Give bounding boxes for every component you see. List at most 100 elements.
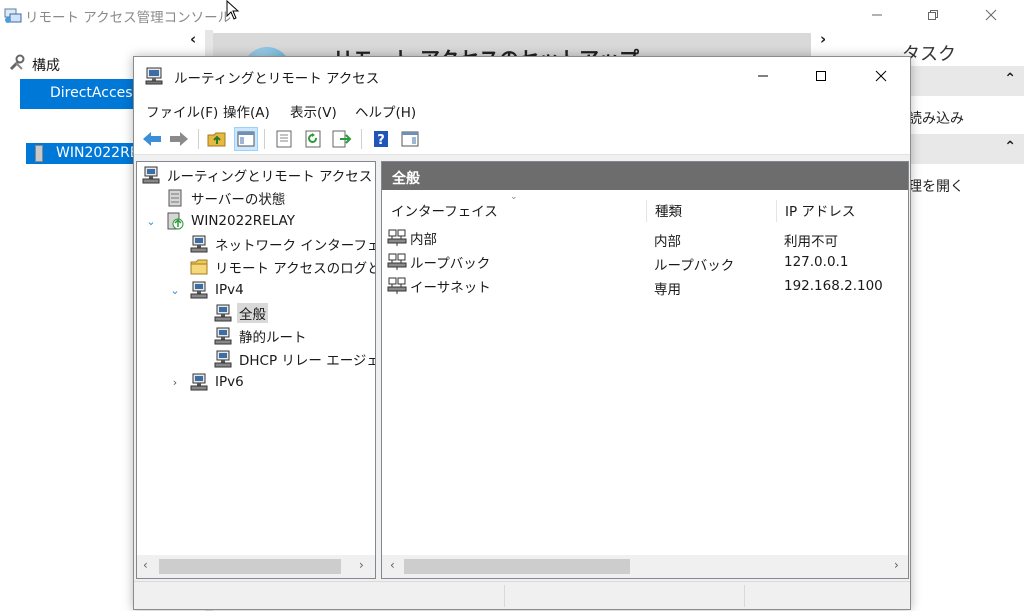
maximize-button[interactable] xyxy=(792,57,850,95)
scrollbar-thumb[interactable] xyxy=(404,559,630,574)
general-network-icon xyxy=(213,304,233,322)
background-server-label: WIN2022RELAY xyxy=(56,145,136,161)
scroll-right-icon[interactable]: › xyxy=(359,558,364,572)
table-row[interactable]: 内部 内部 利用不可 xyxy=(382,226,908,250)
toolbar-separator xyxy=(361,129,362,149)
properties-icon[interactable] xyxy=(272,127,296,151)
minimize-button[interactable] xyxy=(734,57,792,95)
toolbar: ? xyxy=(134,123,910,155)
tree-node-server[interactable]: WIN2022RELAY xyxy=(165,210,297,232)
tree-node-ipv4[interactable]: IPv4 xyxy=(189,279,246,301)
scrollbar-thumb[interactable] xyxy=(159,559,341,574)
details-header-title: 全般 xyxy=(392,171,420,187)
toolbar-separator xyxy=(264,129,265,149)
dhcp-relay-icon xyxy=(213,350,233,368)
interface-name: イーサネット xyxy=(410,280,491,296)
background-server-item[interactable]: WIN2022RELAY xyxy=(26,143,136,164)
menu-file[interactable]: ファイル(F) xyxy=(146,101,218,121)
svg-text:?: ? xyxy=(377,133,385,148)
tree-node-server-status[interactable]: サーバーの状態 xyxy=(165,187,287,209)
tree-label: WIN2022RELAY xyxy=(191,213,295,229)
help-icon[interactable]: ? xyxy=(369,127,393,151)
forward-arrow-icon[interactable] xyxy=(167,127,191,151)
background-minimize-button[interactable] xyxy=(848,0,906,30)
show-hide-tree-icon[interactable] xyxy=(234,127,258,151)
interface-cell: 内部 xyxy=(386,228,437,248)
window-titlebar[interactable]: ルーティングとリモート アクセス xyxy=(134,57,910,95)
column-header-type[interactable]: 種類 xyxy=(647,200,777,222)
background-config-label: 構成 xyxy=(32,58,60,74)
tree-label: サーバーの状態 xyxy=(191,192,286,208)
ipv6-network-icon xyxy=(189,373,209,391)
folder-icon xyxy=(189,258,209,276)
tree-node-ipv6[interactable]: IPv6 xyxy=(189,371,246,393)
tree-node-dhcp-relay[interactable]: DHCP リレー エージェント xyxy=(213,348,375,370)
expand-chevron-icon[interactable]: ⌄ xyxy=(169,279,181,301)
details-list[interactable]: 全般 ⌄ インターフェイス 種類 IP アドレス 内部 内部 利用不可 ループバ… xyxy=(381,161,909,579)
table-row[interactable]: ループバック ループバック 127.0.0.1 xyxy=(382,250,908,274)
background-directaccess-item[interactable]: DirectAccess xyxy=(20,79,140,109)
routing-remote-access-window: ルーティングとリモート アクセス ファイル(F) 操作(A) 表示(V) ヘルプ… xyxy=(133,56,911,610)
collapsed-chevron-icon[interactable]: › xyxy=(169,371,181,393)
show-hide-action-pane-icon[interactable] xyxy=(398,127,422,151)
type-cell: 内部 xyxy=(654,234,681,250)
back-arrow-icon[interactable] xyxy=(140,127,164,151)
close-button[interactable] xyxy=(852,57,910,95)
background-console-title: リモート アクセス管理コンソール xyxy=(25,10,232,26)
scroll-left-icon[interactable]: ‹ xyxy=(143,558,148,572)
tree-horizontal-scrollbar[interactable]: ‹ › xyxy=(136,555,376,579)
ipv4-network-icon xyxy=(189,281,209,299)
network-adapter-icon xyxy=(386,252,408,272)
tree-node-root[interactable]: ルーティングとリモート アクセス xyxy=(141,164,374,186)
up-folder-icon[interactable] xyxy=(205,127,229,151)
column-header-ip-address[interactable]: IP アドレス xyxy=(777,200,908,222)
interface-cell: イーサネット xyxy=(386,276,491,296)
ip-address-cell: 192.168.2.100 xyxy=(784,278,883,294)
scroll-left-icon[interactable]: ‹ xyxy=(390,558,395,572)
tree-node-general[interactable]: 全般 xyxy=(213,302,268,324)
server-icon xyxy=(35,145,43,162)
console-tree[interactable]: ルーティングとリモート アクセス サーバーの状態 ⌄ WIN2022RELAY … xyxy=(136,161,376,579)
ip-address-cell: 利用不可 xyxy=(784,234,838,250)
background-config-node[interactable]: 構成 xyxy=(8,54,60,76)
routing-app-icon xyxy=(144,66,164,90)
chevron-up-icon: ⌃ xyxy=(1004,139,1016,155)
interface-name: ループバック xyxy=(410,256,491,272)
list-horizontal-scrollbar[interactable]: ‹ › xyxy=(381,555,909,579)
menu-action[interactable]: 操作(A) xyxy=(223,101,270,121)
export-list-icon[interactable] xyxy=(330,127,354,151)
details-header-band: 全般 xyxy=(382,162,908,190)
type-cell: ループバック xyxy=(654,258,735,274)
toolbar-separator xyxy=(198,129,199,149)
network-adapter-icon xyxy=(386,276,408,296)
tree-label: ルーティングとリモート アクセス xyxy=(167,169,373,185)
tree-label: 静的ルート xyxy=(239,330,307,346)
menu-bar: ファイル(F) 操作(A) 表示(V) ヘルプ(H) xyxy=(134,95,910,123)
background-task-link[interactable]: 理を開く xyxy=(908,176,964,196)
status-bar-divider xyxy=(504,585,505,607)
column-header-interface[interactable]: インターフェイス xyxy=(383,200,647,222)
collapse-left-chevron-icon[interactable]: ‹ xyxy=(190,30,204,48)
interface-name: 内部 xyxy=(410,232,437,248)
tree-node-logging[interactable]: リモート アクセスのログとポリシー xyxy=(189,256,375,278)
expand-chevron-icon[interactable]: ⌄ xyxy=(145,210,157,232)
menu-view[interactable]: 表示(V) xyxy=(290,101,337,121)
scroll-right-icon[interactable]: › xyxy=(894,558,899,572)
background-restore-button[interactable] xyxy=(904,0,962,30)
ip-address-cell: 127.0.0.1 xyxy=(784,254,849,270)
tree-label: 全般 xyxy=(237,303,268,323)
expand-right-chevron-icon[interactable]: › xyxy=(820,30,826,48)
remote-access-app-icon xyxy=(4,6,22,24)
window-title: ルーティングとリモート アクセス xyxy=(174,71,380,87)
background-close-button[interactable] xyxy=(962,0,1020,30)
background-task-link[interactable]: 読み込み xyxy=(908,108,964,128)
tree-node-network-interfaces[interactable]: ネットワーク インターフェイス xyxy=(189,233,375,255)
menu-help[interactable]: ヘルプ(H) xyxy=(355,101,416,121)
type-cell: 専用 xyxy=(654,282,681,298)
status-bar xyxy=(134,581,910,609)
wrench-icon xyxy=(8,54,26,76)
background-console-titlebar: リモート アクセス管理コンソール xyxy=(0,0,1024,30)
table-row[interactable]: イーサネット 専用 192.168.2.100 xyxy=(382,274,908,298)
tree-node-static-routes[interactable]: 静的ルート xyxy=(213,325,309,347)
refresh-icon[interactable] xyxy=(301,127,325,151)
